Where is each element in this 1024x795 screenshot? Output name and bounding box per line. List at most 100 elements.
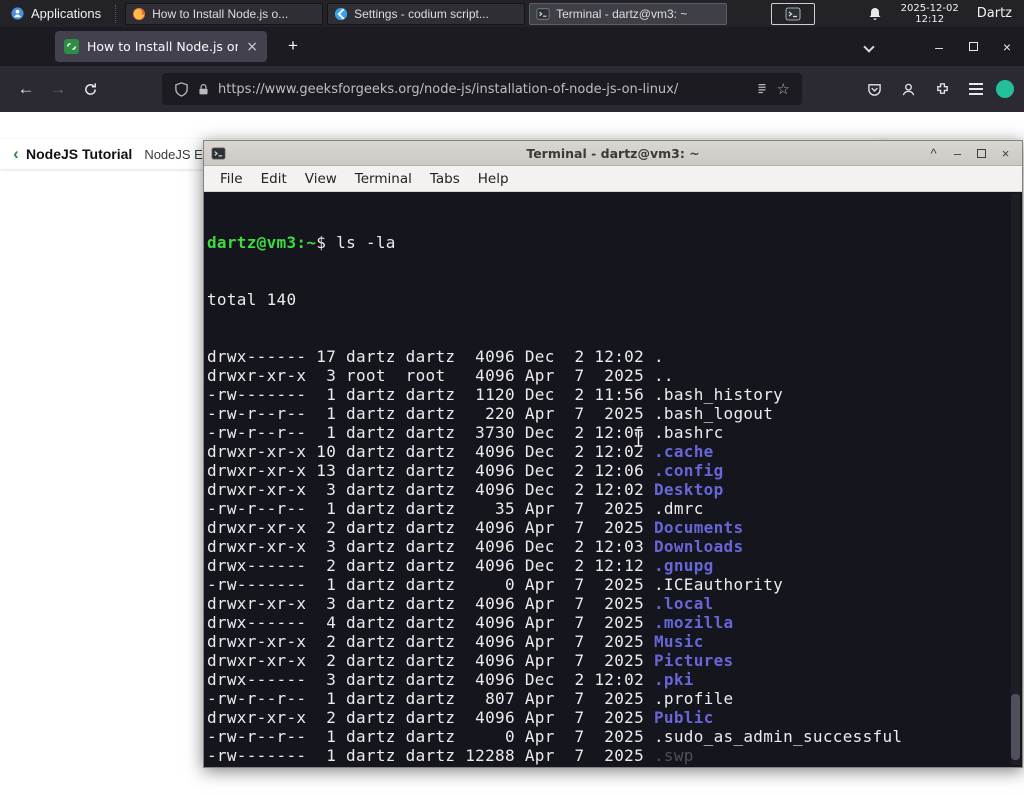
maximize-icon (977, 148, 986, 158)
menu-help[interactable]: Help (469, 171, 518, 187)
taskbar-item-title: How to Install Node.js o... (152, 6, 289, 21)
bookmark-star-icon[interactable]: ☆ (777, 80, 790, 98)
file-name: .config (653, 461, 724, 480)
window-controls: – × (854, 27, 1024, 66)
new-tab-button[interactable]: + (280, 33, 306, 59)
file-meta: drwxr-xr-x 2 dartz dartz 4096 Apr 7 2025 (207, 632, 654, 651)
browser-tab[interactable]: How to Install Node.js on × (55, 31, 267, 62)
file-meta: -rw-r--r-- 1 dartz dartz 35 Apr 7 2025 (207, 499, 654, 518)
terminal-output[interactable]: dartz@vm3:~$ ls -la total 140 drwx------… (204, 192, 1022, 767)
terminal-prompt-line: dartz@vm3:~$ ls -la (207, 233, 1022, 252)
tray-terminal-launcher[interactable] (771, 2, 816, 25)
tab-close-icon[interactable]: × (246, 39, 258, 55)
scrollbar-thumb[interactable] (1011, 694, 1020, 760)
file-name: Documents (653, 518, 744, 537)
applications-icon (11, 7, 24, 20)
extension-badge-icon[interactable] (996, 80, 1014, 98)
terminal-close-button[interactable]: × (998, 146, 1013, 161)
menu-edit[interactable]: Edit (252, 171, 296, 187)
terminal-listing-row: drwxr-xr-x 3 dartz dartz 4096 Apr 7 2025… (207, 594, 1022, 613)
file-name: . (653, 347, 664, 366)
file-meta: drwx------ 17 dartz dartz 4096 Dec 2 12:… (207, 347, 654, 366)
panel-status-area: 2025-12-02 12:12 Dartz (867, 3, 1024, 25)
terminal-scrollbar[interactable] (1011, 194, 1020, 765)
taskbar: How to Install Node.js o... Settings - c… (123, 0, 729, 27)
file-meta: -rw-r--r-- 1 dartz dartz 0 Apr 7 2025 (207, 727, 654, 746)
browser-close-button[interactable]: × (990, 27, 1024, 66)
tracking-protection-shield-icon[interactable] (174, 81, 189, 97)
taskbar-item-firefox[interactable]: How to Install Node.js o... (125, 2, 324, 25)
terminal-listing-row: drwxr-xr-x 2 dartz dartz 4096 Apr 7 2025… (207, 765, 1022, 767)
tab-list-chevron-button[interactable] (854, 27, 884, 66)
terminal-window-title: Terminal - dartz@vm3: ~ (526, 145, 700, 161)
browser-minimize-button[interactable]: – (922, 27, 956, 66)
forward-button[interactable]: → (42, 73, 74, 105)
terminal-shade-button[interactable]: ^ (926, 146, 941, 161)
terminal-listing-row: drwx------ 3 dartz dartz 4096 Dec 2 12:0… (207, 670, 1022, 689)
file-name: .pki (653, 670, 694, 689)
menu-tabs[interactable]: Tabs (421, 171, 469, 187)
terminal-listing-row: drwxr-xr-x 3 dartz dartz 4096 Dec 2 12:0… (207, 537, 1022, 556)
account-icon[interactable] (892, 73, 924, 105)
file-name: .mozilla (653, 613, 734, 632)
back-button[interactable]: ← (10, 73, 42, 105)
terminal-listing-row: -rw------- 1 dartz dartz 1120 Dec 2 11:5… (207, 385, 1022, 404)
url-bar[interactable]: https://www.geeksforgeeks.org/node-js/in… (162, 73, 802, 105)
terminal-listing-row: -rw------- 1 dartz dartz 0 Apr 7 2025 .I… (207, 575, 1022, 594)
file-name: .bash_logout (653, 404, 774, 423)
terminal-listing-row: drwxr-xr-x 13 dartz dartz 4096 Dec 2 12:… (207, 461, 1022, 480)
menu-hamburger-icon[interactable] (960, 73, 992, 105)
terminal-listing-row: -rw-r--r-- 1 dartz dartz 220 Apr 7 2025 … (207, 404, 1022, 423)
terminal-maximize-button[interactable] (974, 148, 989, 158)
taskbar-item-terminal[interactable]: Terminal - dartz@vm3: ~ (529, 2, 728, 25)
clock-time: 12:12 (915, 13, 945, 25)
file-name: .cache (653, 442, 714, 461)
file-meta: -rw-r--r-- 1 dartz dartz 220 Apr 7 2025 (207, 404, 654, 423)
terminal-titlebar[interactable]: Terminal - dartz@vm3: ~ ^ – × (204, 141, 1022, 166)
file-name: Public (653, 708, 714, 727)
menu-view[interactable]: View (296, 171, 346, 187)
taskbar-item-title: Settings - codium script... (354, 6, 489, 21)
file-name: .. (653, 366, 674, 385)
file-meta: drwxr-xr-x 2 dartz dartz 4096 Apr 7 2025 (207, 518, 654, 537)
tab-title: How to Install Node.js on (87, 39, 239, 54)
toolbar-right-icons (858, 73, 1014, 105)
file-name: .gnupg (653, 556, 714, 575)
vscodium-icon (334, 7, 348, 20)
browser-maximize-button[interactable] (956, 27, 990, 66)
terminal-minimize-button[interactable]: – (950, 146, 965, 161)
file-name: .swp (653, 746, 694, 765)
applications-menu-button[interactable]: Applications (0, 0, 111, 27)
file-name: Downloads (653, 537, 744, 556)
notifications-bell-icon[interactable] (867, 6, 883, 22)
file-name: .dmrc (653, 499, 704, 518)
pocket-icon[interactable] (858, 73, 890, 105)
terminal-listing-row: -rw------- 1 dartz dartz 12288 Apr 7 202… (207, 746, 1022, 765)
clock[interactable]: 2025-12-02 12:12 (901, 3, 959, 25)
terminal-listing-row: -rw-r--r-- 1 dartz dartz 35 Apr 7 2025 .… (207, 499, 1022, 518)
file-meta: -rw------- 1 dartz dartz 1120 Dec 2 11:5… (207, 385, 654, 404)
reader-view-icon[interactable] (755, 82, 769, 96)
menu-file[interactable]: File (211, 171, 252, 187)
terminal-window-controls: ^ – × (926, 146, 1022, 161)
file-meta: drwxr-xr-x 3 root root 4096 Apr 7 2025 (207, 366, 654, 385)
terminal-listing-row: drwx------ 4 dartz dartz 4096 Apr 7 2025… (207, 613, 1022, 632)
command: ls -la (336, 233, 396, 252)
extensions-puzzle-icon[interactable] (926, 73, 958, 105)
reload-button[interactable] (74, 73, 106, 105)
file-meta: drwxr-xr-x 2 dartz dartz 4096 Apr 7 2025 (207, 651, 654, 670)
file-meta: drwxr-xr-x 2 dartz dartz 4096 Apr 7 2025 (207, 708, 654, 727)
terminal-icon (785, 7, 801, 20)
prompt-symbol: $ (316, 233, 327, 252)
site-nav-title[interactable]: NodeJS Tutorial (26, 146, 132, 162)
menu-terminal[interactable]: Terminal (346, 171, 421, 187)
lock-icon[interactable] (197, 83, 210, 96)
nav-scroll-left-icon[interactable]: ‹ (8, 144, 24, 164)
file-meta: drwxr-xr-x 2 dartz dartz 4096 Apr 7 2025 (207, 765, 654, 767)
taskbar-item-codium[interactable]: Settings - codium script... (327, 2, 526, 25)
file-meta: drwx------ 3 dartz dartz 4096 Dec 2 12:0… (207, 670, 654, 689)
taskbar-item-title: Terminal - dartz@vm3: ~ (556, 6, 688, 21)
terminal-icon (211, 146, 226, 161)
browser-tab-bar: How to Install Node.js on × + – × (0, 27, 1024, 66)
url-text[interactable]: https://www.geeksforgeeks.org/node-js/in… (218, 82, 747, 97)
